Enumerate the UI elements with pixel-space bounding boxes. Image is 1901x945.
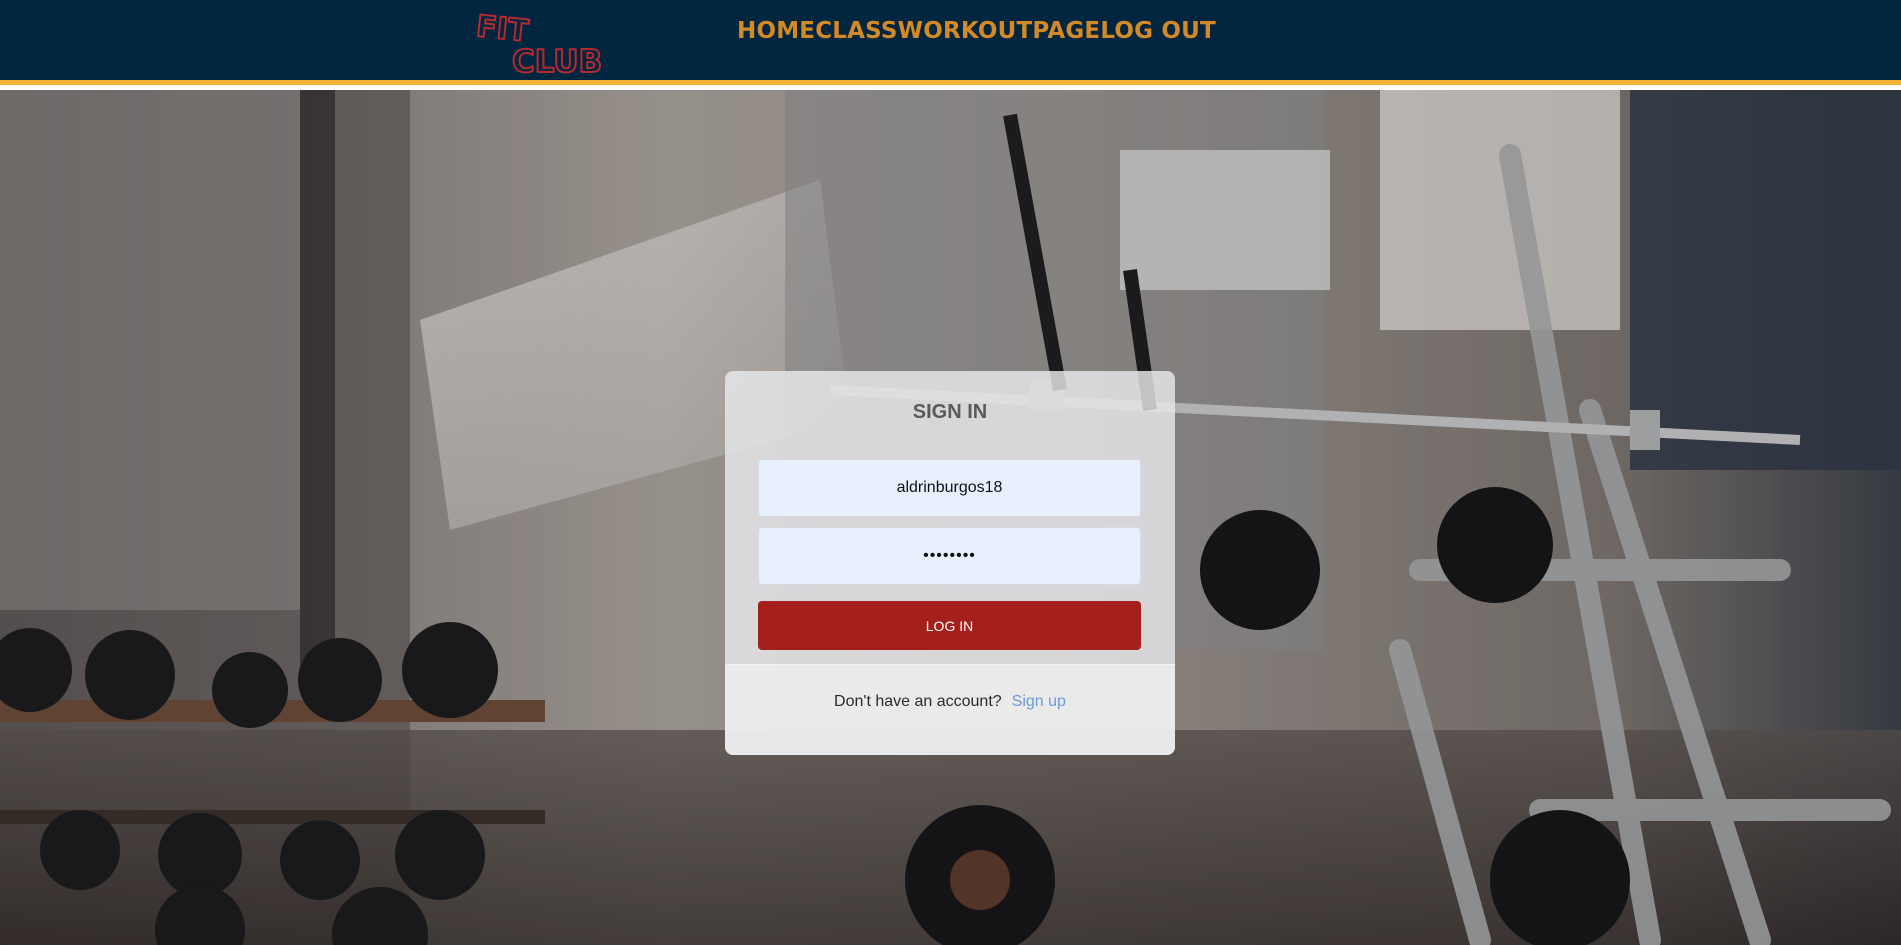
sign-in-card: SIGN IN LOG IN Don't have an account? Si…	[725, 371, 1175, 755]
nav-workoutpage[interactable]: WORKOUTPAGE	[898, 18, 1101, 44]
sign-in-form: SIGN IN LOG IN	[725, 371, 1175, 664]
sign-up-link[interactable]: Sign up	[1012, 693, 1066, 711]
nav-class[interactable]: CLASS	[815, 18, 897, 44]
log-in-button[interactable]: LOG IN	[758, 601, 1141, 650]
sign-in-title: SIGN IN	[912, 401, 988, 423]
signup-prompt: Don't have an account? Sign up	[725, 665, 1175, 739]
sign-in-footer: Don't have an account? Sign up	[725, 664, 1175, 755]
top-navbar: FIT CLUB HOME CLASS WORKOUTPAGE LOG OUT	[0, 0, 1901, 85]
username-input[interactable]	[758, 459, 1141, 517]
main-nav: HOME CLASS WORKOUTPAGE LOG OUT	[737, 18, 1216, 44]
signup-prompt-text: Don't have an account?	[834, 693, 1002, 710]
password-input[interactable]	[758, 527, 1141, 585]
fit-club-logo[interactable]: FIT CLUB	[474, 12, 626, 76]
nav-logout[interactable]: LOG OUT	[1100, 18, 1216, 44]
logo-club-text: CLUB	[512, 44, 602, 76]
nav-home[interactable]: HOME	[737, 18, 815, 44]
